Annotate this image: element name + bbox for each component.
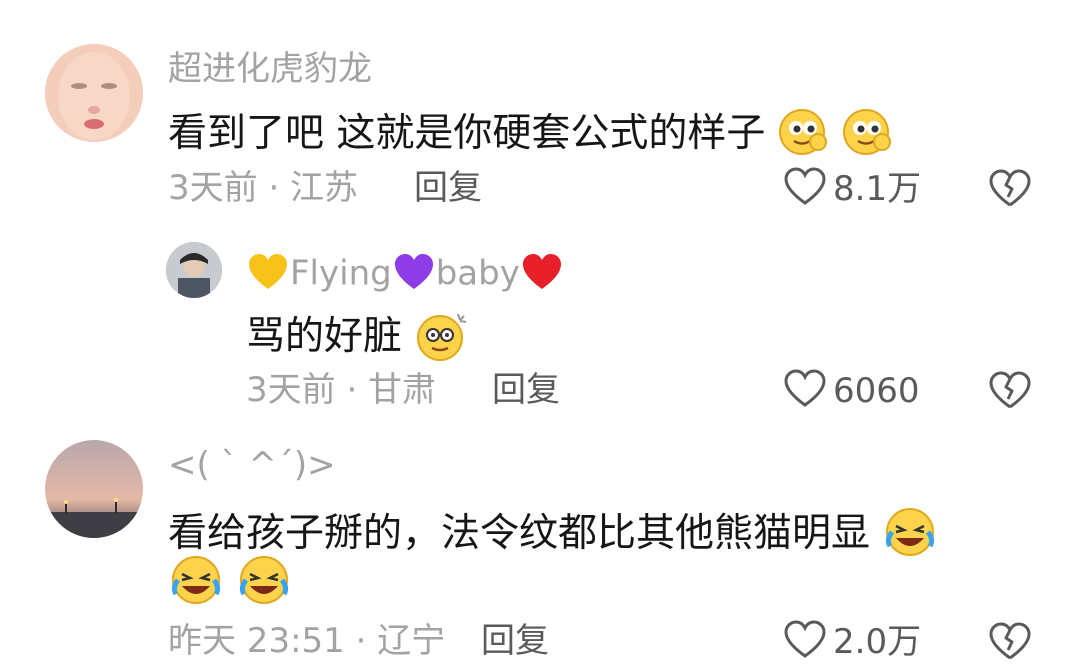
dislike-button[interactable] (989, 371, 1031, 415)
reply-button[interactable]: 回复 (414, 171, 482, 205)
heart-outline-icon (783, 167, 827, 210)
username-part-1: Flying (290, 253, 392, 294)
comment-1: 超进化虎豹龙 看到了吧 这就是你硬套公式的样子 3天前 · 江苏 回复 8.1万 (0, 0, 1080, 230)
comment-body: 看给孩子掰的，法令纹都比其他熊猫明显 (168, 511, 871, 556)
reply-button[interactable]: 回复 (492, 373, 560, 407)
comment-body: 看到了吧 这就是你硬套公式的样子 (168, 111, 766, 156)
broken-heart-icon (989, 169, 1031, 207)
dislike-button[interactable] (989, 622, 1031, 666)
yum-face-icon (842, 108, 894, 163)
comment-body: 骂的好脏 (246, 314, 403, 359)
red-heart-icon (520, 252, 564, 298)
like-count: 2.0万 (833, 621, 922, 662)
yum-face-icon (778, 108, 830, 163)
comment-3: <( ` ^´)> 看给孩子掰的，法令纹都比其他熊猫明显 昨天 23:51 · … (0, 430, 1080, 668)
dizzy-face-icon (414, 308, 470, 369)
like-button[interactable]: 2.0万 (783, 620, 921, 663)
yellow-heart-icon (246, 252, 290, 298)
avatar[interactable] (45, 44, 143, 142)
avatar[interactable] (45, 440, 143, 538)
time-location: 3天前 · 江苏 (168, 168, 359, 208)
heart-outline-icon (783, 620, 827, 663)
rofl-face-icon (236, 554, 292, 613)
username[interactable]: Flying baby (246, 252, 564, 298)
username[interactable]: <( ` ^´)> (168, 448, 336, 482)
purple-heart-icon (392, 252, 436, 298)
comment-text: 骂的好脏 (246, 308, 470, 369)
reply-button[interactable]: 回复 (481, 624, 549, 658)
avatar[interactable] (166, 242, 222, 298)
time-location: 3天前 · 甘肃 (246, 370, 437, 410)
username-part-2: baby (435, 253, 520, 294)
broken-heart-icon (989, 371, 1031, 409)
like-count: 8.1万 (833, 168, 922, 209)
like-button[interactable]: 6060 (783, 369, 920, 412)
dislike-button[interactable] (989, 169, 1031, 213)
like-count: 6060 (833, 370, 920, 411)
time-location: 昨天 23:51 · 辽宁 (168, 621, 446, 661)
comment-emoji-line (168, 554, 292, 613)
heart-outline-icon (783, 369, 827, 412)
rofl-face-icon (168, 554, 224, 613)
like-button[interactable]: 8.1万 (783, 167, 921, 210)
comment-text: 看到了吧 这就是你硬套公式的样子 (168, 108, 894, 163)
username[interactable]: 超进化虎豹龙 (168, 52, 372, 86)
broken-heart-icon (989, 622, 1031, 660)
rofl-face-icon (882, 506, 938, 565)
comment-2: Flying baby 骂的好脏 3天前 · 甘肃 回复 6060 (0, 230, 1080, 430)
